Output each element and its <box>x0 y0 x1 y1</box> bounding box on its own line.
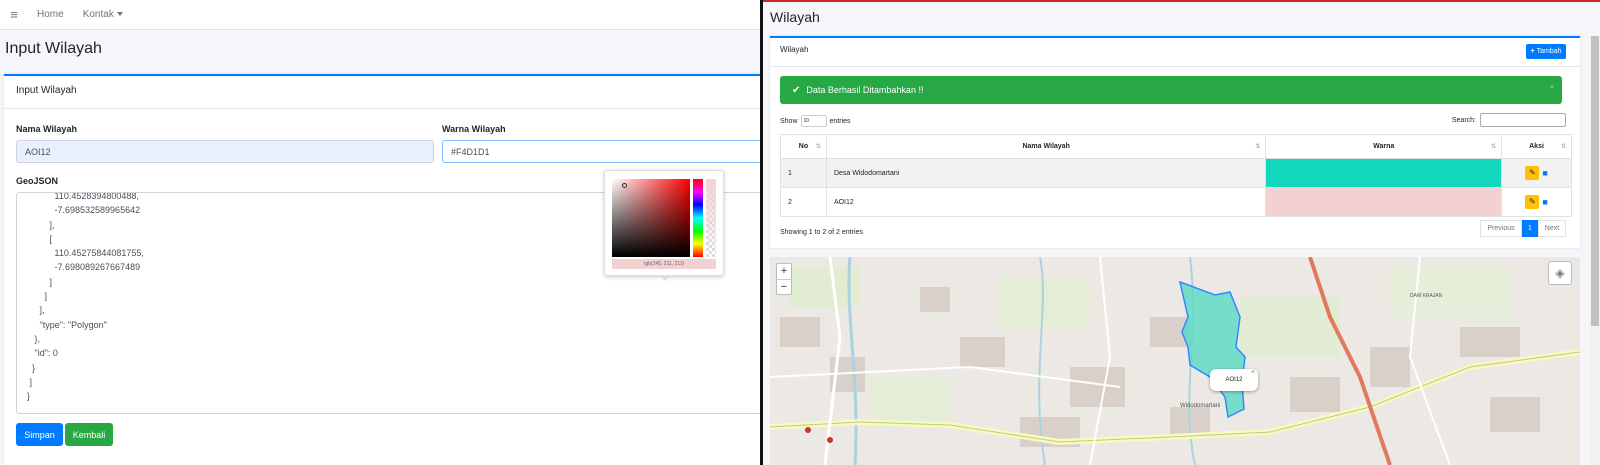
sort-icon: ⇅ <box>1491 144 1497 150</box>
pager-previous[interactable]: Previous <box>1480 220 1522 237</box>
color-picker-popover: rgb(245, 211, 211) <box>604 170 724 281</box>
scrollbar-thumb[interactable] <box>1591 36 1599 326</box>
saturation-handle[interactable] <box>622 183 627 188</box>
cell-nama: Desa Widodomartani <box>825 158 1267 188</box>
header-no-label: No <box>798 143 809 150</box>
geojson-label: GeoJSON <box>16 176 59 186</box>
window-top-border <box>763 0 1600 2</box>
map-zoom-control: + − <box>776 263 792 295</box>
pager-next[interactable]: Next <box>1538 220 1566 237</box>
cell-warna-swatch <box>1265 187 1503 217</box>
nama-wilayah-label: Nama Wilayah <box>16 124 77 134</box>
zoom-in-button[interactable]: + <box>777 264 791 279</box>
pager-page-1[interactable]: 1 <box>1522 220 1538 237</box>
edit-pencil-icon[interactable]: ✎ <box>1525 195 1540 209</box>
close-icon[interactable]: × <box>1251 362 1255 384</box>
popup-text: AOI12 <box>1225 377 1243 383</box>
table-row: 2 AOI12 ✎ ■ <box>780 187 1572 217</box>
page-title: Input Wilayah <box>5 40 102 57</box>
header-nama[interactable]: Nama Wilayah ⇅ <box>825 134 1267 159</box>
search-label: Search: <box>1451 116 1476 124</box>
edit-pencil-icon[interactable]: ✎ <box>1525 166 1540 180</box>
cell-aksi: ✎ ■ <box>1501 187 1572 217</box>
top-navbar: ≡ Home Kontak <box>0 0 760 30</box>
nav-home-link[interactable]: Home <box>37 9 64 20</box>
table-info: Showing 1 to 2 of 2 entries <box>780 229 863 236</box>
color-value-preview: rgb(245, 211, 211) <box>612 259 716 269</box>
map-tiles: Widodomartani DAM KRAJAN <box>770 257 1580 465</box>
alpha-slider[interactable] <box>706 179 716 257</box>
nav-kontak-label: Kontak <box>82 9 114 20</box>
map-view[interactable]: Widodomartani DAM KRAJAN + − ◈ AOI12 × <box>770 257 1580 465</box>
hamburger-menu-icon[interactable]: ≡ <box>0 7 28 22</box>
layers-icon[interactable]: ◈ <box>1548 261 1572 285</box>
warna-wilayah-input[interactable]: #F4D1D1 <box>442 140 760 163</box>
screen: ≡ Home Kontak Input Wilayah Input Wilaya… <box>0 0 1600 465</box>
simpan-button[interactable]: Simpan <box>16 423 63 446</box>
card-divider <box>770 66 1580 67</box>
entries-select[interactable]: 10 <box>800 115 827 127</box>
header-aksi-label: Aksi <box>1529 143 1544 150</box>
check-icon: ✔ <box>792 84 801 96</box>
tambah-label: Tambah <box>1536 48 1562 55</box>
cell-nama: AOI12 <box>825 187 1267 217</box>
chevron-down-icon <box>116 12 123 17</box>
card-title: Wilayah <box>780 45 809 54</box>
plus-icon: + <box>1530 48 1535 55</box>
nav-kontak-dropdown[interactable]: Kontak <box>83 9 123 20</box>
header-no[interactable]: No ⇅ <box>780 134 827 159</box>
table-header-row: No ⇅ Nama Wilayah ⇅ Warna ⇅ Aksi ⇅ <box>780 134 1572 159</box>
zoom-out-button[interactable]: − <box>777 279 791 294</box>
table-search: Search: <box>1452 113 1566 127</box>
scrollbar[interactable] <box>1590 36 1600 465</box>
wilayah-window: Wilayah Wilayah + Tambah ✔ Data Berhasil … <box>763 0 1600 465</box>
alert-text: Data Berhasil Ditambahkan !! <box>806 85 924 95</box>
tambah-button[interactable]: + Tambah <box>1526 44 1566 59</box>
close-icon[interactable]: × <box>1550 84 1554 91</box>
sort-icon: ⇅ <box>815 144 821 150</box>
trash-icon[interactable]: ■ <box>1542 197 1547 207</box>
saturation-area[interactable] <box>612 179 690 257</box>
page-title: Wilayah <box>770 9 820 25</box>
wilayah-card: Wilayah + Tambah ✔ Data Berhasil Ditambah… <box>770 36 1580 248</box>
cell-no: 2 <box>780 187 827 217</box>
svg-text:Widodomartani: Widodomartani <box>1180 403 1220 409</box>
cell-aksi: ✎ ■ <box>1501 158 1572 188</box>
table-row: 1 Desa Widodomartani ✎ ■ <box>780 158 1572 188</box>
entries-label: entries <box>829 117 851 125</box>
svg-text:DAM KRAJAN: DAM KRAJAN <box>1410 293 1443 299</box>
trash-icon[interactable]: ■ <box>1542 168 1547 178</box>
show-label: Show <box>780 117 798 125</box>
cell-no: 1 <box>780 158 827 188</box>
wilayah-table: No ⇅ Nama Wilayah ⇅ Warna ⇅ Aksi ⇅ 1 Desa Wi… <box>780 134 1572 217</box>
entries-length-control: Show 10 entries <box>780 115 851 127</box>
sort-icon: ⇅ <box>1255 144 1261 150</box>
sort-icon: ⇅ <box>1560 144 1566 150</box>
pagination: Previous 1 Next <box>1480 220 1566 237</box>
nama-wilayah-input[interactable]: AOI12 <box>16 140 434 163</box>
hue-slider[interactable] <box>693 179 703 257</box>
map-popup: AOI12 × <box>1210 369 1258 391</box>
warna-wilayah-label: Warna Wilayah <box>442 124 506 134</box>
card-title: Input Wilayah <box>4 76 760 109</box>
success-alert: ✔ Data Berhasil Ditambahkan !! × <box>780 76 1562 104</box>
cell-warna-swatch <box>1265 158 1503 188</box>
header-warna[interactable]: Warna ⇅ <box>1265 134 1503 159</box>
input-wilayah-window: ≡ Home Kontak Input Wilayah Input Wilaya… <box>0 0 760 465</box>
search-input[interactable] <box>1480 113 1566 127</box>
kembali-button[interactable]: Kembali <box>65 423 113 446</box>
header-nama-label: Nama Wilayah <box>1022 143 1070 150</box>
header-aksi[interactable]: Aksi ⇅ <box>1501 134 1572 159</box>
header-warna-label: Warna <box>1373 143 1395 150</box>
